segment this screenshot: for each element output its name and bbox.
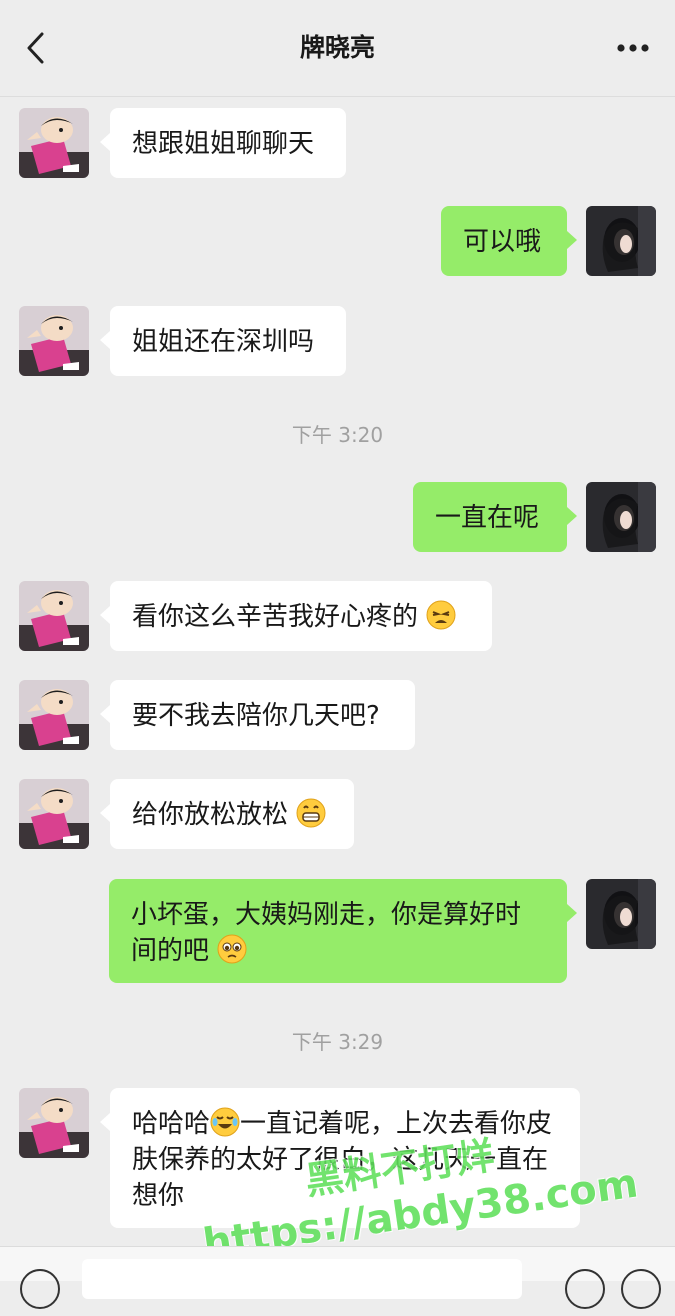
message-bubble[interactable]: 要不我去陪你几天吧? <box>100 680 415 750</box>
message-text: 哈哈哈 <box>132 1109 211 1139</box>
message-bubble[interactable]: 姐姐还在深圳吗 <box>100 306 346 376</box>
chat-title: 牌晓亮 <box>299 33 375 62</box>
chevron-left-icon <box>27 32 44 64</box>
message-text: 可以哦 <box>463 227 542 257</box>
more-dots-icon <box>617 44 649 52</box>
message-text: 想跟姐姐聊聊天 <box>132 129 315 159</box>
more-button[interactable] <box>613 28 653 68</box>
emoji-button[interactable] <box>565 1269 605 1309</box>
message-bubble[interactable]: 给你放松放松 <box>100 779 354 849</box>
message-bubble[interactable]: 哈哈哈 一直记着呢，上次去看你皮肤保养的太好了很白，这几天一直在想你 <box>100 1088 580 1228</box>
message-text: 姐姐还在深圳吗 <box>132 327 315 357</box>
plus-button[interactable] <box>621 1269 661 1309</box>
timestamp: 下午 3:29 <box>291 1030 384 1054</box>
contact-avatar[interactable] <box>19 306 89 376</box>
contact-avatar[interactable] <box>19 680 89 750</box>
pleading-face-emoji <box>217 934 247 964</box>
voice-button[interactable] <box>20 1269 60 1309</box>
contact-avatar[interactable] <box>19 581 89 651</box>
message-input[interactable] <box>82 1259 522 1299</box>
message-bubble[interactable]: 看你这么辛苦我好心疼的 <box>100 581 492 651</box>
chat-message-list[interactable]: 想跟姐姐聊聊天 可以哦 姐姐还在深圳吗 下午 3:20 一直在呢 看你这么辛苦我… <box>0 96 675 1267</box>
timestamp: 下午 3:20 <box>291 423 384 447</box>
message-text: 看你这么辛苦我好心疼的 <box>132 602 419 632</box>
message-text: 要不我去陪你几天吧? <box>132 701 380 731</box>
message-bubble[interactable]: 可以哦 <box>441 206 577 276</box>
contact-avatar[interactable] <box>19 1088 89 1158</box>
contact-avatar[interactable] <box>19 779 89 849</box>
contact-avatar[interactable] <box>19 108 89 178</box>
rofl-face-emoji <box>210 1107 240 1137</box>
message-text: 小坏蛋，大姨妈刚走，你是算好时间的吧 <box>131 900 522 966</box>
back-button[interactable] <box>18 26 54 70</box>
message-bubble[interactable]: 一直在呢 <box>413 482 577 552</box>
message-text: 给你放松放松 <box>132 800 289 830</box>
message-bubble[interactable]: 小坏蛋，大姨妈刚走，你是算好时间的吧 <box>109 879 577 983</box>
grinning-face-emoji <box>296 798 326 828</box>
self-avatar[interactable] <box>586 482 656 552</box>
input-bar <box>0 1246 675 1309</box>
self-avatar[interactable] <box>586 206 656 276</box>
tired-face-emoji <box>426 600 456 630</box>
message-bubble[interactable]: 想跟姐姐聊聊天 <box>100 108 346 178</box>
message-text: 一直在呢 <box>435 503 540 533</box>
self-avatar[interactable] <box>586 879 656 949</box>
chat-header: 牌晓亮 <box>0 0 675 97</box>
